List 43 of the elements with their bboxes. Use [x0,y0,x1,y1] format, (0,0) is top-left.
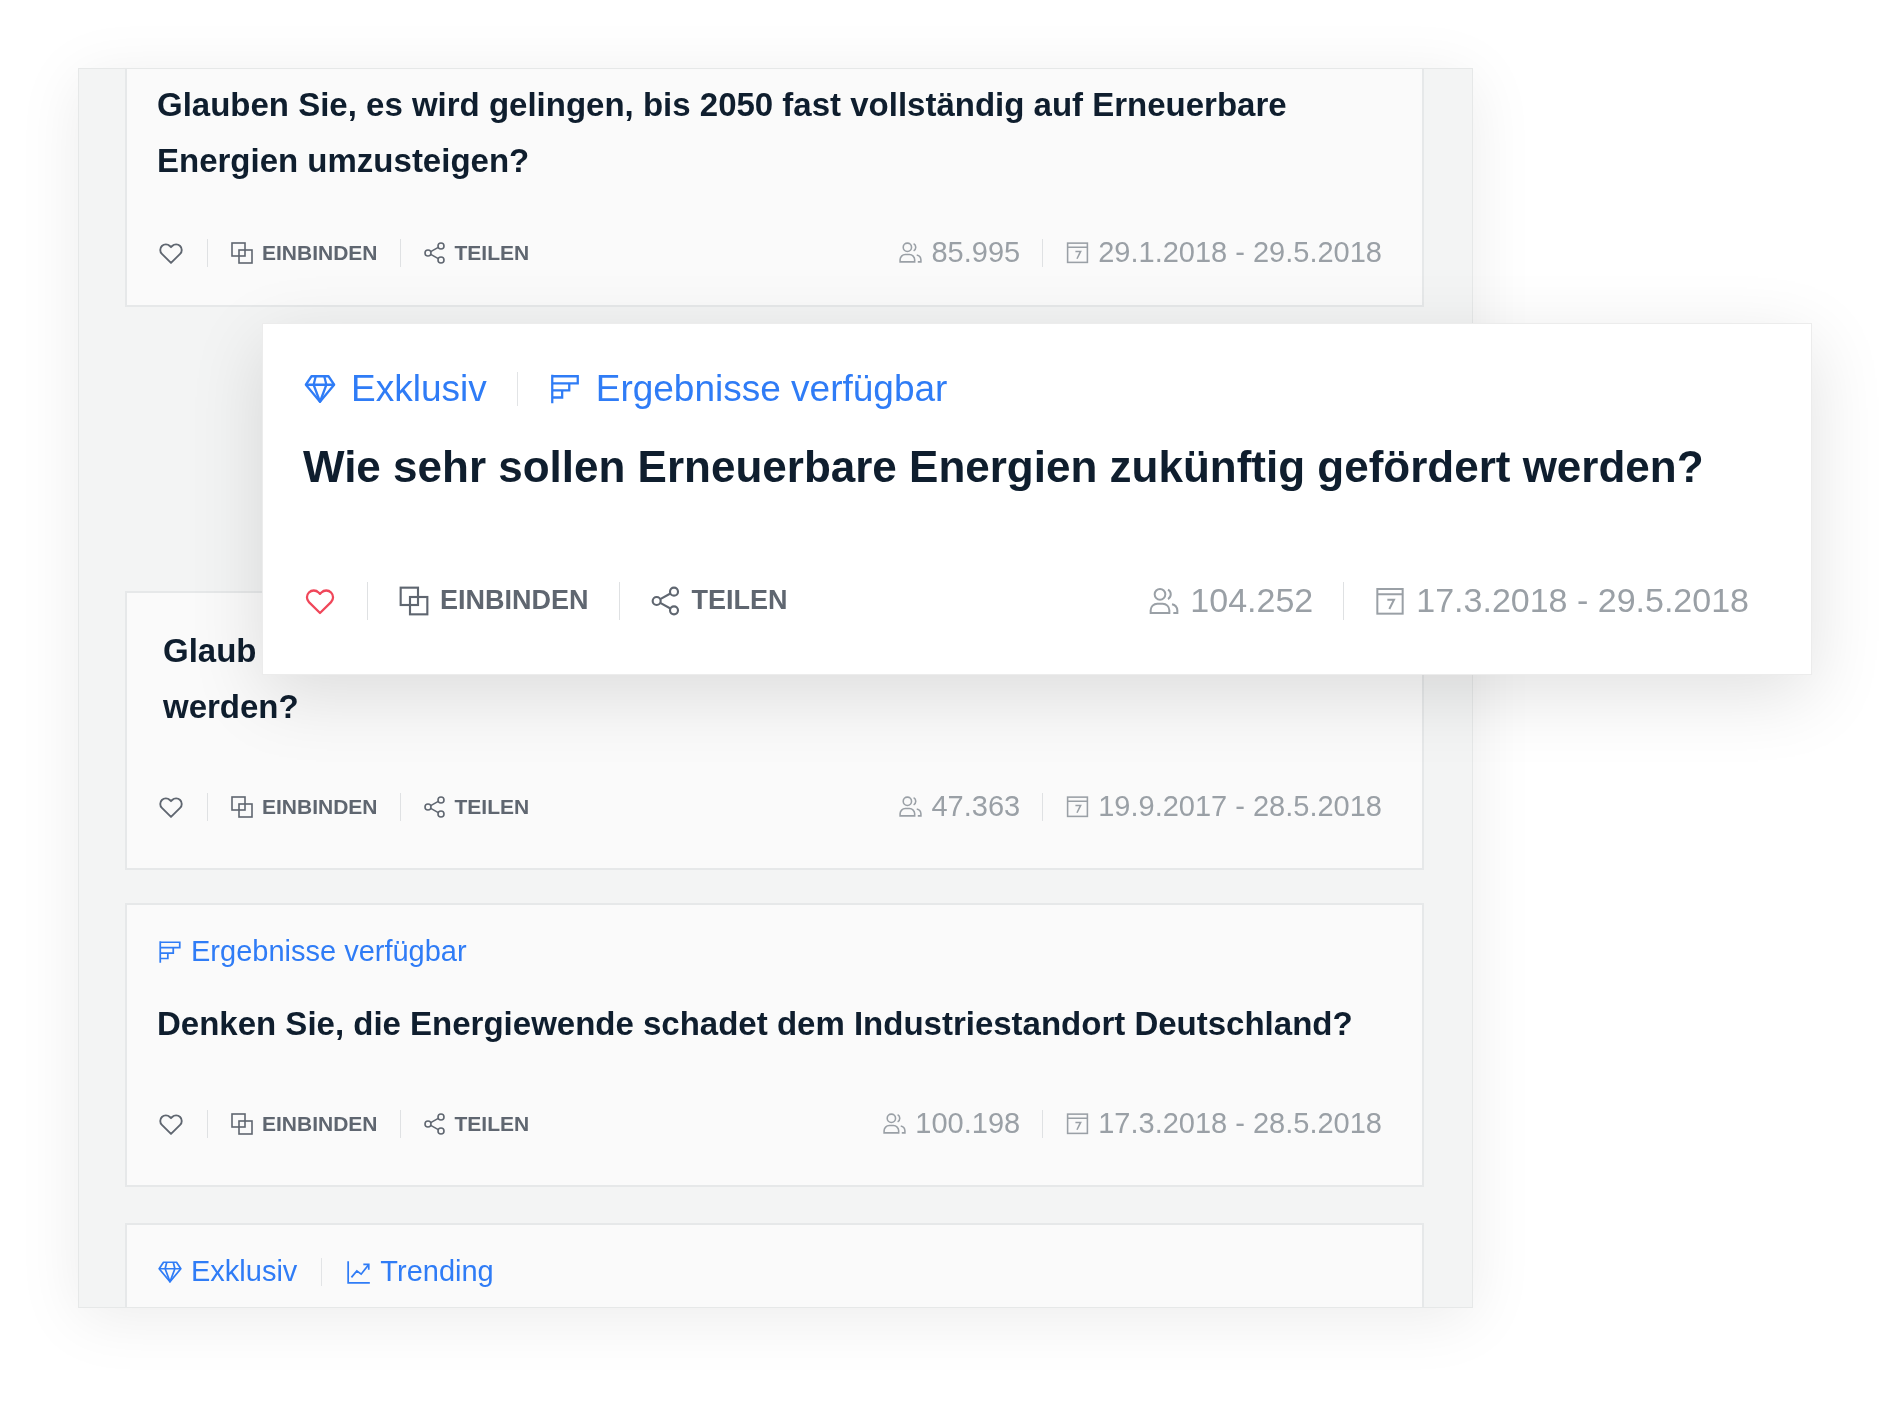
share-button[interactable]: TEILEN [422,240,530,265]
embed-icon [230,1111,254,1136]
poll-question: Glauben Sie, es wird gelingen, bis 2050 fast vollständig auf Erneuerbare Energien umzusteigen? [157,85,1288,182]
date-range: 29.1.2018 - 29.5.2018 [1098,236,1382,270]
calendar-icon [1065,794,1091,820]
share-icon [422,240,447,265]
poll-question: Wie sehr sollen Erneuerbare Energien zukünftig gefördert werden? [303,441,1705,493]
share-button[interactable]: TEILEN [649,584,788,617]
participant-count: 104.252 [1190,581,1314,621]
users-icon [898,240,924,266]
diamond-icon [303,372,337,406]
results-icon [157,938,183,965]
embed-button[interactable]: EINBINDEN [230,240,378,265]
participant-count: 85.995 [931,236,1021,270]
tag-link[interactable]: Exklusiv [157,1255,298,1289]
embed-icon [230,240,254,265]
tag-link[interactable]: Exklusiv [303,368,487,410]
users-icon [882,1111,908,1137]
trending-icon [346,1258,373,1285]
share-icon [422,794,447,819]
date-range: 19.9.2017 - 28.5.2018 [1098,790,1382,824]
embed-button[interactable]: EINBINDEN [230,1111,378,1136]
share-button[interactable]: TEILEN [422,794,530,819]
calendar-icon [1065,1111,1091,1137]
tag-link[interactable]: Trending [346,1255,494,1289]
share-icon [649,584,682,617]
share-button[interactable]: TEILEN [422,1111,530,1136]
embed-icon [230,794,254,819]
date-range: 17.3.2018 - 29.5.2018 [1416,581,1749,621]
embed-icon [398,584,430,617]
users-icon [898,794,924,820]
poll-question: Denken Sie, die Energiewende schadet dem Industriestandort Deutschland? [157,1004,1354,1045]
tag-link[interactable]: Ergebnisse verfügbar [157,935,467,969]
participant-count: 47.363 [931,790,1021,824]
diamond-icon [157,1258,183,1285]
poll-question: Glaub werden? [162,631,300,728]
participant-count: 100.198 [915,1107,1021,1141]
date-range: 17.3.2018 - 28.5.2018 [1098,1107,1382,1141]
tag-link[interactable]: Ergebnisse verfügbar [547,368,948,410]
embed-button[interactable]: EINBINDEN [230,794,378,819]
calendar-icon [1065,240,1091,266]
share-icon [422,1111,447,1136]
embed-button[interactable]: EINBINDEN [398,584,589,617]
